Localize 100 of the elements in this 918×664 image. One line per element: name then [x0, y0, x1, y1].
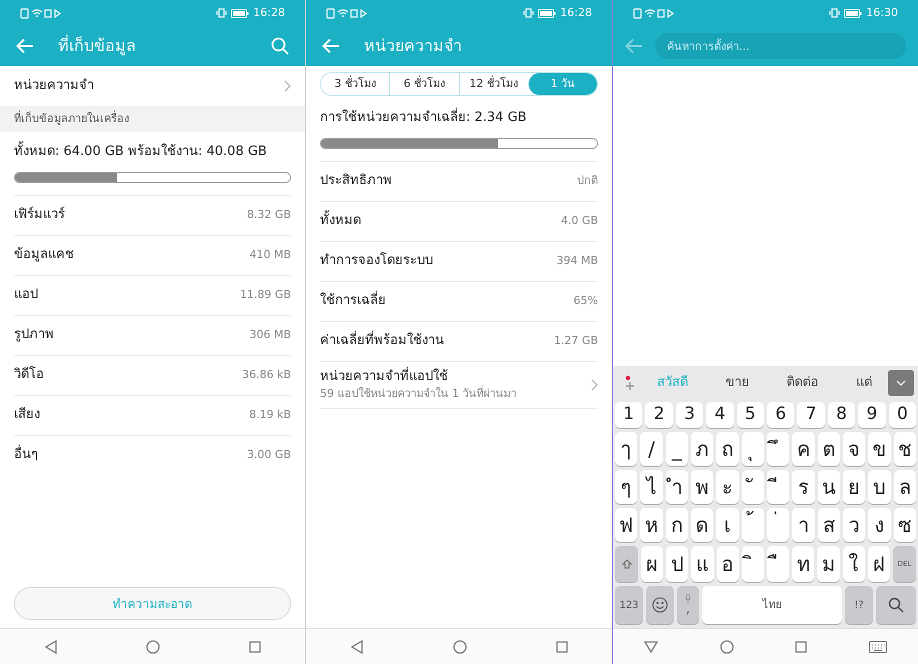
- letter-key[interactable]: ท: [792, 546, 814, 582]
- letter-key[interactable]: ค: [792, 432, 815, 466]
- home-circle-icon[interactable]: [720, 640, 734, 654]
- number-key[interactable]: 1: [615, 402, 642, 428]
- letter-key[interactable]: า: [792, 508, 815, 542]
- letter-key[interactable]: ว: [842, 508, 866, 542]
- letter-key[interactable]: ง: [868, 508, 891, 542]
- number-key[interactable]: 7: [797, 402, 825, 428]
- home-circle-icon[interactable]: [146, 640, 160, 654]
- storage-item[interactable]: เฟิร์มแวร์ 8.32 GB: [14, 194, 291, 234]
- search-icon[interactable]: [271, 37, 289, 55]
- item-label: วิดีโอ: [14, 365, 44, 384]
- number-key[interactable]: 0: [888, 402, 916, 428]
- letter-key[interactable]: ึ: [766, 432, 790, 466]
- storage-item[interactable]: รูปภาพ 306 MB: [14, 314, 291, 354]
- letter-key[interactable]: แ: [691, 546, 714, 582]
- letter-key[interactable]: ด: [690, 508, 714, 542]
- number-key[interactable]: 3: [676, 402, 704, 428]
- space-bar[interactable]: ไทย: [702, 586, 842, 624]
- storage-item[interactable]: เสียง 8.19 kB: [14, 394, 291, 434]
- storage-item[interactable]: แอป 11.89 GB: [14, 274, 291, 314]
- letter-key[interactable]: ผ: [641, 546, 664, 582]
- smiley-icon: [652, 597, 668, 613]
- letter-key[interactable]: ใ: [842, 546, 865, 582]
- letter-key[interactable]: ฝ: [868, 546, 890, 582]
- hide-triangle-icon[interactable]: [644, 640, 658, 654]
- letter-key[interactable]: ะ: [716, 470, 739, 504]
- letter-key[interactable]: ร: [792, 470, 815, 504]
- collapse-key[interactable]: [888, 370, 914, 396]
- letter-key[interactable]: ป: [666, 546, 688, 582]
- letter-key[interactable]: ข: [868, 432, 891, 466]
- status-time: 16:28: [253, 4, 285, 21]
- back-triangle-icon[interactable]: [44, 640, 58, 654]
- letter-key[interactable]: /: [640, 432, 663, 466]
- storage-item[interactable]: อื่นๆ 3.00 GB: [14, 434, 291, 474]
- row-label: หน่วยความจำที่แอปใช้: [320, 366, 449, 386]
- storage-item[interactable]: ข้อมูลแคช 410 MB: [14, 234, 291, 274]
- letter-key[interactable]: _: [666, 432, 688, 466]
- letter-key[interactable]: ย: [842, 470, 866, 504]
- letter-key[interactable]: ี: [766, 470, 790, 504]
- letter-key[interactable]: เ: [716, 508, 739, 542]
- home-circle-icon[interactable]: [452, 640, 467, 654]
- row-label: ประสิทธิภาพ: [320, 172, 392, 190]
- memory-row[interactable]: หน่วยความจำ: [0, 66, 305, 106]
- number-mode-key[interactable]: 123: [615, 586, 643, 624]
- app-memory-row[interactable]: หน่วยความจำที่แอปใช้ 59 แอปใช้หน่วยความจำใน 1 วันที่ผ่านมา: [320, 360, 598, 408]
- letter-key[interactable]: ิ: [742, 546, 764, 582]
- letter-key[interactable]: น: [818, 470, 840, 504]
- word-suggestion[interactable]: แต่: [850, 373, 878, 393]
- back-triangle-icon[interactable]: [350, 640, 364, 654]
- keyboard-icon[interactable]: [869, 640, 888, 652]
- letter-key[interactable]: ม: [817, 546, 840, 582]
- letter-key[interactable]: ๆ: [615, 470, 638, 504]
- letter-key[interactable]: ฟ: [615, 508, 638, 542]
- letter-key[interactable]: ้: [742, 508, 764, 542]
- row-value: 65%: [574, 292, 598, 309]
- letter-key[interactable]: ก: [666, 508, 688, 542]
- comma-key[interactable]: ,: [677, 586, 699, 624]
- letter-key[interactable]: ่: [766, 508, 790, 542]
- emoji-key[interactable]: [646, 586, 674, 624]
- number-key[interactable]: 2: [645, 402, 673, 428]
- letter-key[interactable]: ุ: [742, 432, 764, 466]
- number-key[interactable]: 9: [858, 402, 886, 428]
- recents-square-icon[interactable]: [248, 640, 261, 652]
- number-key[interactable]: 8: [828, 402, 856, 428]
- add-word-icon[interactable]: [623, 375, 637, 391]
- search-key[interactable]: [876, 586, 916, 624]
- letter-key[interactable]: ห: [640, 508, 663, 542]
- shift-key[interactable]: [615, 546, 638, 582]
- letter-key[interactable]: ต: [818, 432, 840, 466]
- letter-key[interactable]: บ: [868, 470, 891, 504]
- item-label: เสียง: [14, 406, 40, 424]
- letter-key[interactable]: ๅ: [615, 432, 638, 466]
- letter-key[interactable]: พ: [690, 470, 714, 504]
- letter-key[interactable]: ไ: [640, 470, 663, 504]
- recents-square-icon[interactable]: [556, 640, 568, 652]
- notification-icons: [20, 8, 62, 18]
- symbols-key[interactable]: !?: [845, 586, 873, 624]
- letter-key[interactable]: ส: [818, 508, 840, 542]
- number-key[interactable]: 6: [767, 402, 794, 428]
- letter-key[interactable]: จ: [842, 432, 866, 466]
- recents-square-icon[interactable]: [795, 640, 808, 652]
- letter-key[interactable]: ื: [767, 546, 790, 582]
- letter-key[interactable]: ถ: [716, 432, 739, 466]
- word-suggestion[interactable]: ติดต่อ: [780, 373, 825, 393]
- number-key[interactable]: 5: [736, 402, 764, 428]
- storage-item[interactable]: วิดีโอ 36.86 kB: [14, 354, 291, 394]
- letter-key[interactable]: ำ: [666, 470, 688, 504]
- number-key[interactable]: 4: [706, 402, 734, 428]
- microphone-icon: [685, 594, 691, 603]
- letter-key[interactable]: อ: [716, 546, 739, 582]
- letter-key[interactable]: ั: [742, 470, 764, 504]
- letter-key[interactable]: ซ: [894, 508, 916, 542]
- letter-key[interactable]: ภ: [690, 432, 714, 466]
- row-label: ทั้งหมด: [320, 211, 361, 231]
- letter-key[interactable]: ล: [894, 470, 916, 504]
- search-field[interactable]: ค้นหาการตั้งค่า...: [655, 33, 906, 59]
- word-suggestion[interactable]: ขาย: [719, 373, 756, 393]
- row-value: 4.0 GB: [560, 212, 598, 229]
- letter-key[interactable]: ช: [894, 432, 916, 466]
